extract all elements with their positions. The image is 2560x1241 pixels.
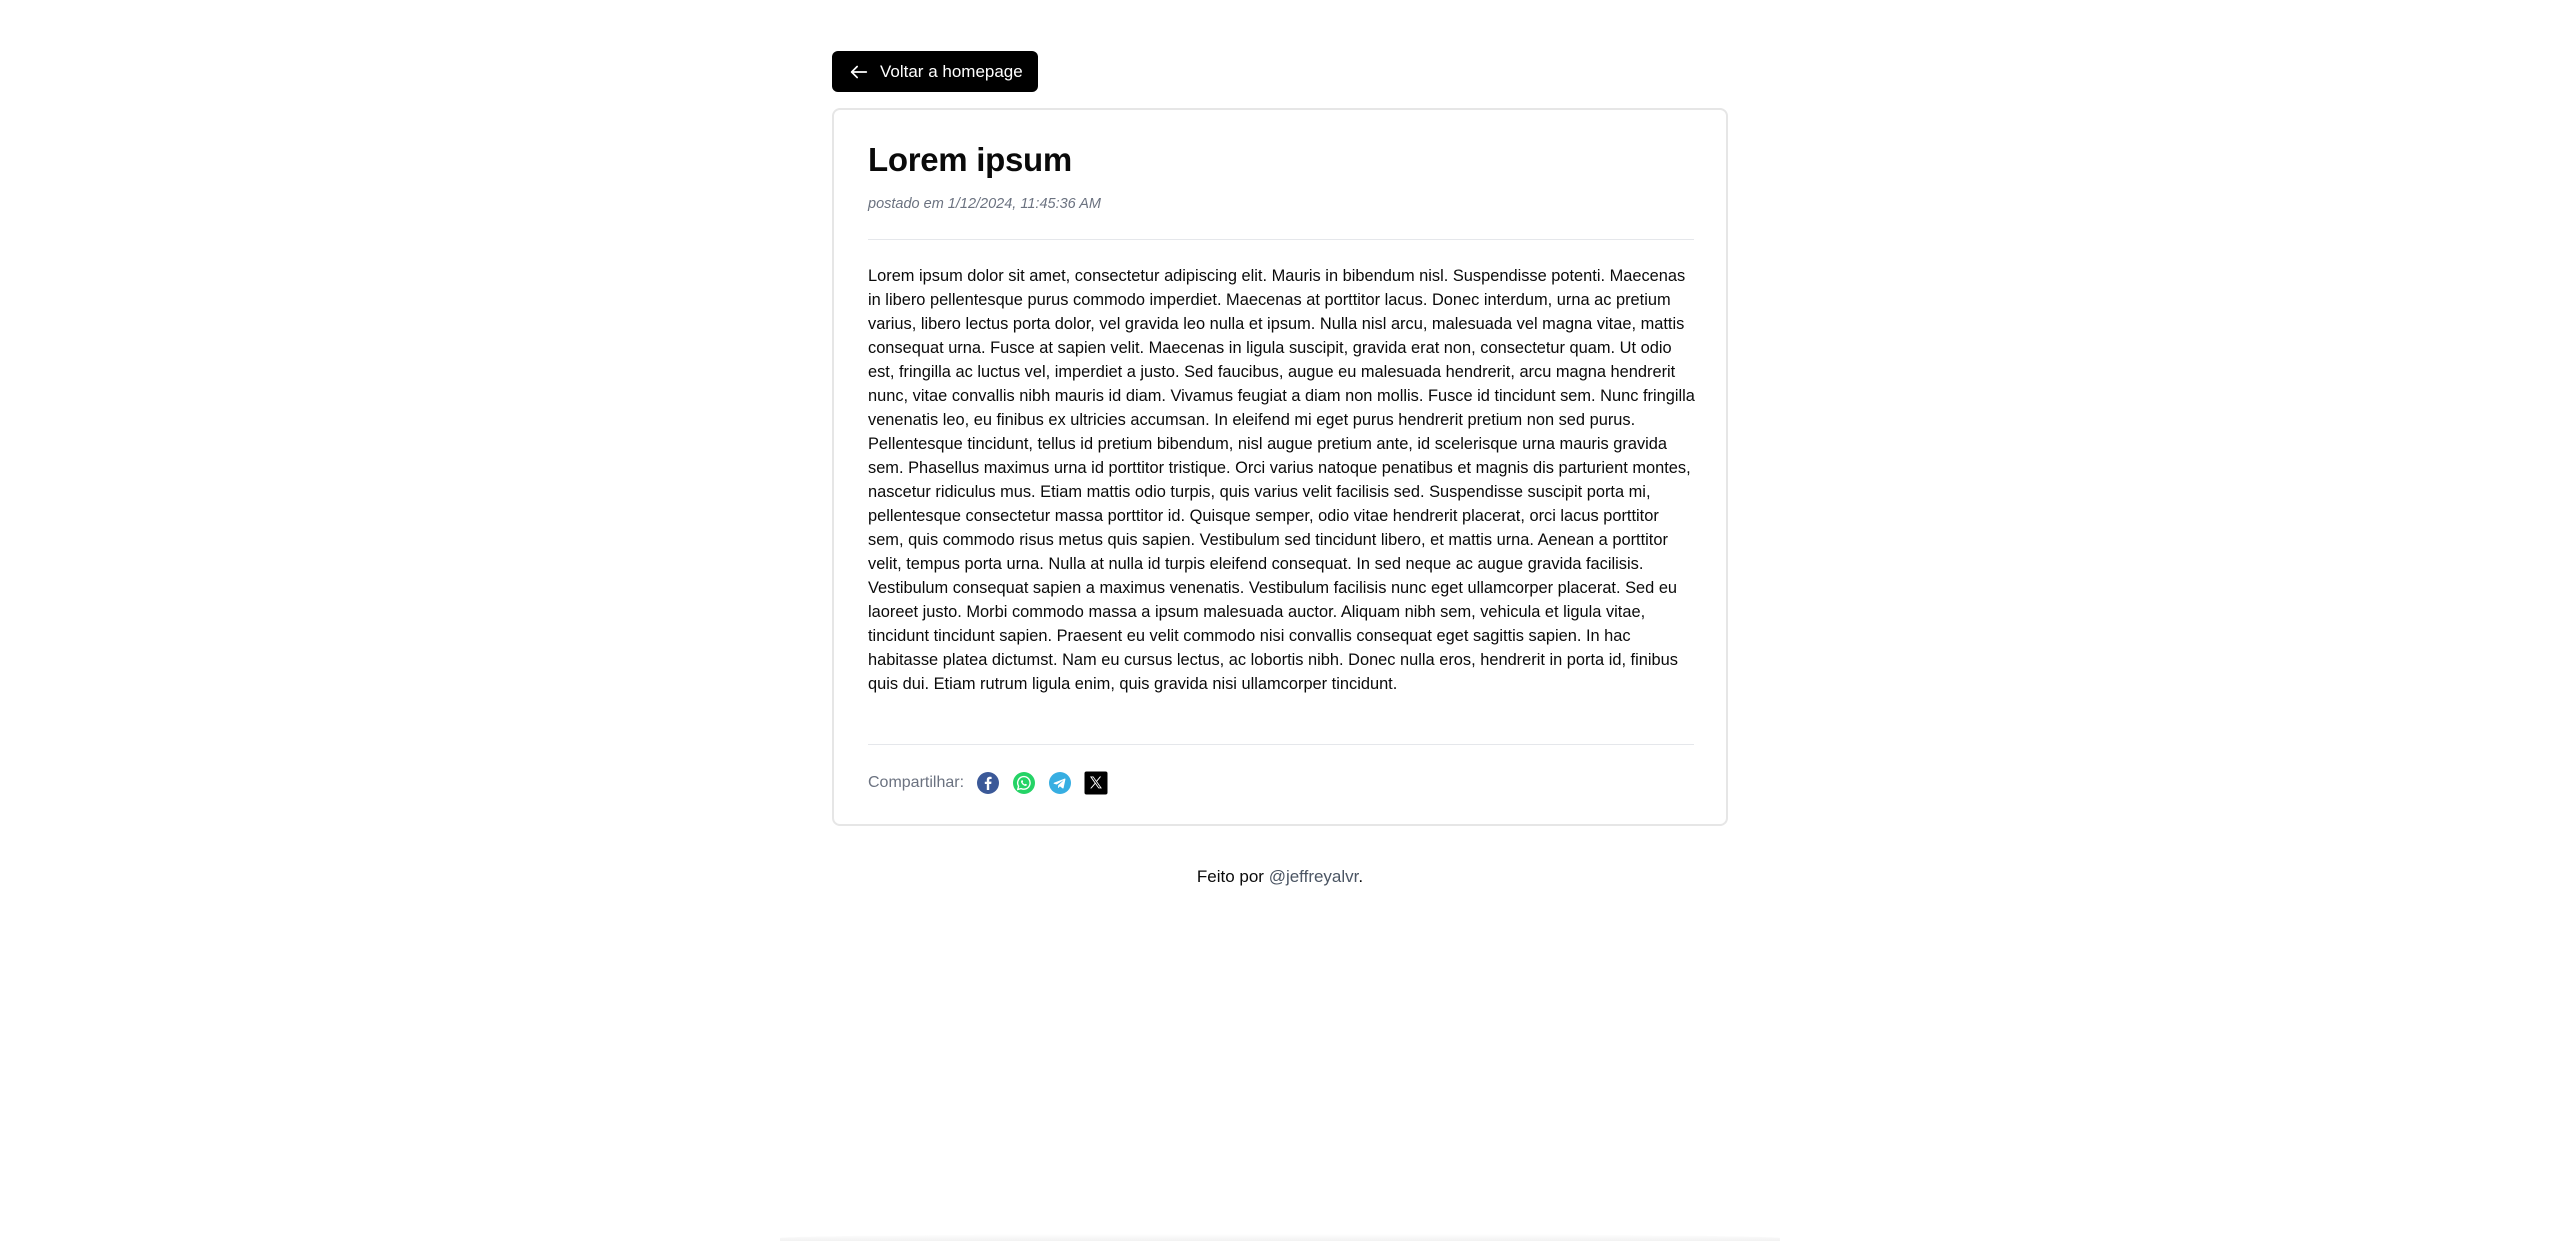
page: Voltar a homepage Lorem ipsum postado em… (0, 0, 2560, 1241)
back-button-label: Voltar a homepage (880, 61, 1023, 81)
footer-suffix: . (1358, 867, 1364, 886)
telegram-icon[interactable] (1048, 771, 1072, 795)
back-to-homepage-button[interactable]: Voltar a homepage (832, 51, 1038, 92)
divider (868, 744, 1694, 745)
whatsapp-icon[interactable] (1012, 771, 1036, 795)
share-bar: Compartilhar: (868, 770, 1120, 796)
arrow-left-icon (848, 61, 870, 83)
post-title: Lorem ipsum (868, 141, 1072, 178)
x-icon[interactable] (1084, 771, 1108, 795)
facebook-icon[interactable] (976, 771, 1000, 795)
share-label: Compartilhar: (868, 774, 965, 791)
bottom-shadow (780, 1234, 1780, 1241)
footer-prefix: Feito por (1196, 867, 1269, 886)
author-link[interactable]: @jeffreyalvr (1269, 867, 1359, 886)
footer: Feito por @jeffreyalvr. (0, 867, 2560, 887)
post-date: postado em 1/12/2024, 11:45:36 AM (868, 196, 1101, 212)
post-card: Lorem ipsum postado em 1/12/2024, 11:45:… (832, 108, 1728, 826)
divider (868, 239, 1694, 240)
post-body: Lorem ipsum dolor sit amet, consectetur … (868, 267, 1695, 693)
